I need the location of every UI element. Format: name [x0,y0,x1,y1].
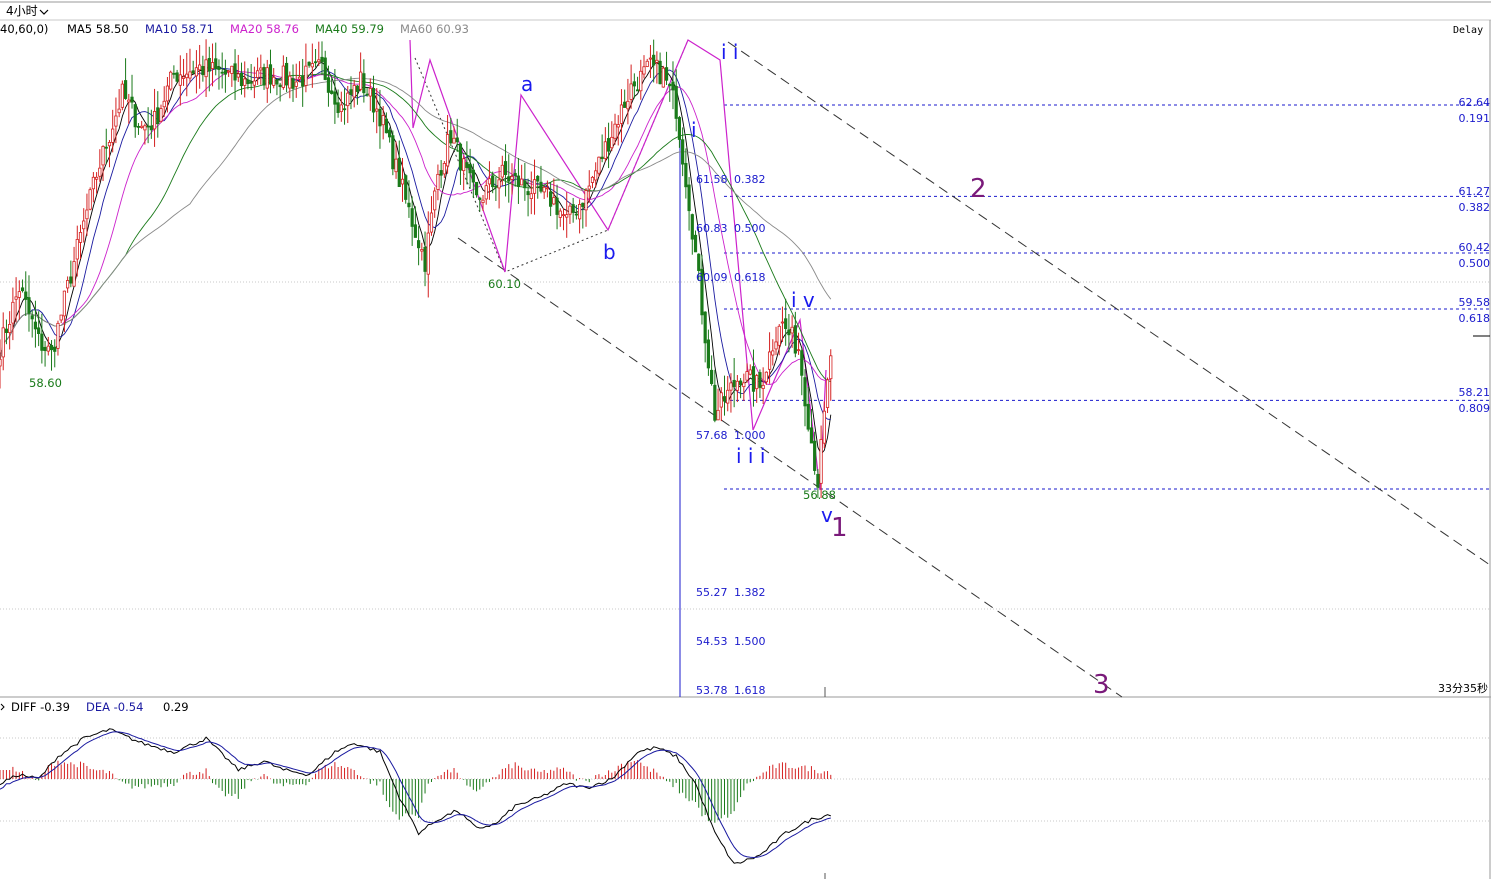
ma-params: 40,60,0) [0,22,48,36]
fib-right-ratio: 0.618 [1459,312,1491,325]
fib-ratio-0-382: 0.382 [734,173,766,186]
fib-right-ratio: 0.191 [1459,112,1491,125]
fib-right-price: 61.27 [1459,185,1491,198]
fib-price-60-83: 60.83 [696,222,728,235]
wave-label-2: 2 [970,174,987,204]
fib-right-price: 58.21 [1459,386,1491,399]
fib-ratio-0-618: 0.618 [734,271,766,284]
fib-ratio-1-000: 1.000 [734,429,766,442]
fib-price-57-68: 57.68 [696,429,728,442]
wave-label-1: 1 [831,513,848,543]
fib-right-ratio: 0.500 [1459,257,1491,270]
candle-down [391,130,395,176]
candlestick-chart: 4小时 Delay 33分35秒 40,60,0) MA5 58.50 MA10… [0,0,1491,879]
wave-label-ii: i i [721,40,738,64]
ma40-value: MA40 59.79 [315,22,384,36]
ma10-value: MA10 58.71 [145,22,214,36]
timeframe-label[interactable]: 4小时 [6,4,38,18]
fib-ratio-1-618: 1.618 [734,684,766,697]
low-price-label: 56.88 [803,488,836,502]
fib-price-61-58: 61.58 [696,173,728,186]
fib-price-60-09: 60.09 [696,271,728,284]
macd-value: 0.29 [163,700,189,714]
low-price-label: 58.60 [29,376,62,390]
wave-label-iv: i v [791,288,815,312]
ma5-value: MA5 58.50 [67,22,129,36]
candle-up [825,377,830,414]
fib-price-54-53: 54.53 [696,635,728,648]
fib-right-ratio: 0.382 [1459,201,1491,214]
wave-label-a: a [521,72,533,96]
fib-right-price: 59.58 [1459,296,1491,309]
fib-ratio-1-382: 1.382 [734,586,766,599]
macd-diff: DIFF -0.39 [11,700,70,714]
candle-up [88,187,92,211]
fib-right-price: 60.42 [1459,241,1491,254]
fib-price-53-78: 53.78 [696,684,728,697]
fib-ratio-0-500: 0.500 [734,222,766,235]
low-price-label: 60.10 [488,277,521,291]
delay-indicator: Delay [1453,25,1483,36]
candle-up [169,70,173,91]
wave-label-i: i [691,118,697,142]
ma20-value: MA20 58.76 [230,22,299,36]
countdown-timer: 33分35秒 [1438,681,1488,695]
fib-ratio-1-500: 1.500 [734,635,766,648]
candle-up [661,65,665,88]
wave-label-b: b [603,240,616,264]
candle-up [120,80,124,111]
wave-label-iii: i i i [736,444,765,468]
macd-dea: DEA -0.54 [86,700,143,714]
fib-price-55-27: 55.27 [696,586,728,599]
fib-right-ratio: 0.809 [1459,402,1491,415]
candle-down [404,173,408,204]
fib-right-price: 62.64 [1459,96,1491,109]
wave-label-3: 3 [1093,670,1110,700]
ma60-value: MA60 60.93 [400,22,469,36]
